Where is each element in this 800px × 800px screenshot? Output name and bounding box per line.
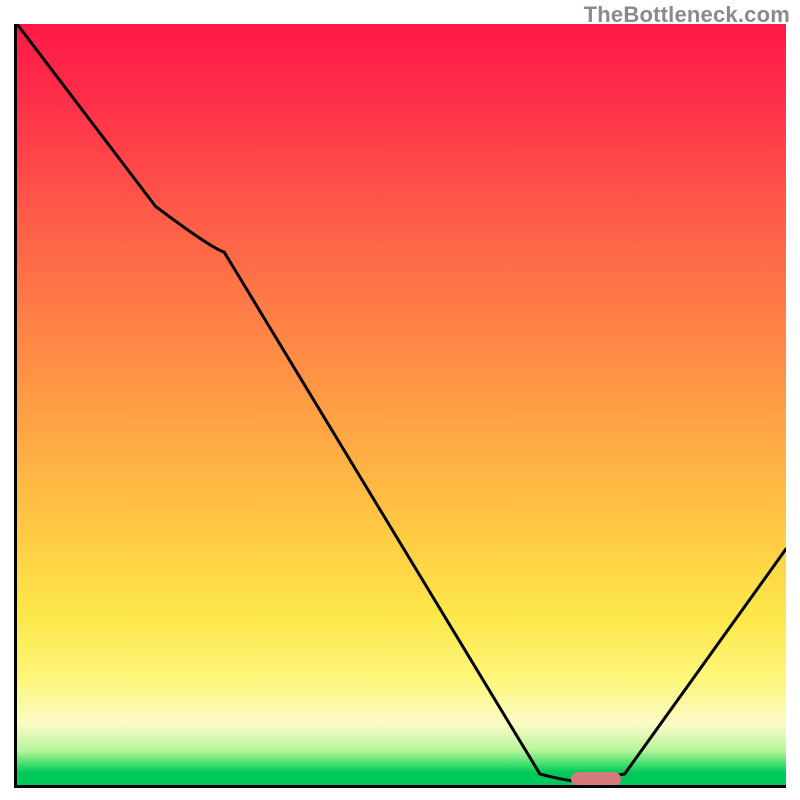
bottleneck-curve	[17, 24, 786, 785]
curve-path	[17, 24, 786, 781]
optimal-marker	[571, 772, 621, 786]
chart-frame: TheBottleneck.com	[0, 0, 800, 800]
plot-area	[14, 24, 786, 788]
